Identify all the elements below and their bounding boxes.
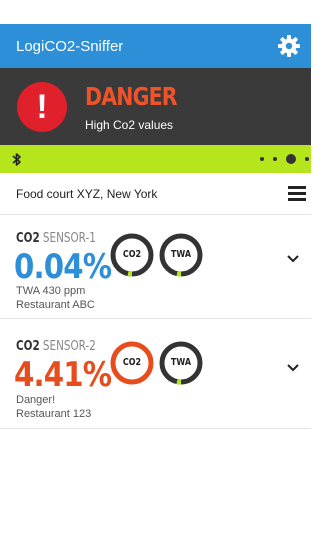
sensor-name: CO2 SENSOR-1 <box>16 231 96 246</box>
sensor-location: Restaurant ABC <box>16 299 95 311</box>
sensor-id: SENSOR-2 <box>42 339 96 354</box>
pager-dot-active[interactable] <box>286 154 296 164</box>
sensor-name: CO2 SENSOR-2 <box>16 339 96 354</box>
sensor-status: Danger! <box>16 394 56 406</box>
danger-alert-banner: ! DANGER High Co2 values <box>0 68 311 145</box>
app-title: LogiCO2-Sniffer <box>16 37 124 55</box>
twa-gauge[interactable]: TWA <box>159 233 203 277</box>
sensor-gas: CO2 <box>16 231 40 246</box>
gauge-label: CO2 <box>122 249 142 260</box>
sensor-value: 0.04% <box>14 247 112 287</box>
sensor-card[interactable]: CO2 SENSOR-1 0.04% TWA 430 ppm Restaurant… <box>0 215 311 319</box>
chevron-down-icon[interactable] <box>287 364 299 372</box>
co2-gauge[interactable]: CO2 <box>110 233 154 277</box>
system-status-strip <box>0 0 311 24</box>
chevron-down-icon[interactable] <box>287 255 299 263</box>
sensor-id: SENSOR-1 <box>42 231 96 246</box>
bluetooth-icon <box>12 153 21 166</box>
alert-message: High Co2 values <box>85 118 174 132</box>
connection-bar <box>0 145 311 173</box>
pager-dot[interactable] <box>273 157 277 161</box>
sensor-location: Restaurant 123 <box>16 408 92 420</box>
pager-dot[interactable] <box>260 157 264 161</box>
sensor-status: TWA 430 ppm <box>16 285 86 297</box>
location-name: Food court XYZ, New York <box>16 186 158 201</box>
location-row: Food court XYZ, New York <box>0 173 311 215</box>
exclamation-icon: ! <box>17 82 67 132</box>
twa-gauge[interactable]: TWA <box>159 341 203 385</box>
sensor-gas: CO2 <box>16 339 40 354</box>
sensor-card[interactable]: CO2 SENSOR-2 4.41% Danger! Restaurant 123… <box>0 319 311 429</box>
empty-list-area <box>0 429 311 560</box>
gauge-label: TWA <box>170 357 192 368</box>
hamburger-icon[interactable] <box>288 186 306 201</box>
gauge-label: TWA <box>170 249 192 260</box>
co2-gauge[interactable]: CO2 <box>110 341 154 385</box>
gauge-label: CO2 <box>122 357 142 368</box>
gear-icon[interactable] <box>277 34 301 58</box>
sensor-value: 4.41% <box>14 355 112 395</box>
pager-dots[interactable] <box>260 145 311 173</box>
app-bar: LogiCO2-Sniffer <box>0 24 311 68</box>
pager-dot[interactable] <box>305 157 309 161</box>
alert-title: DANGER <box>85 82 178 111</box>
